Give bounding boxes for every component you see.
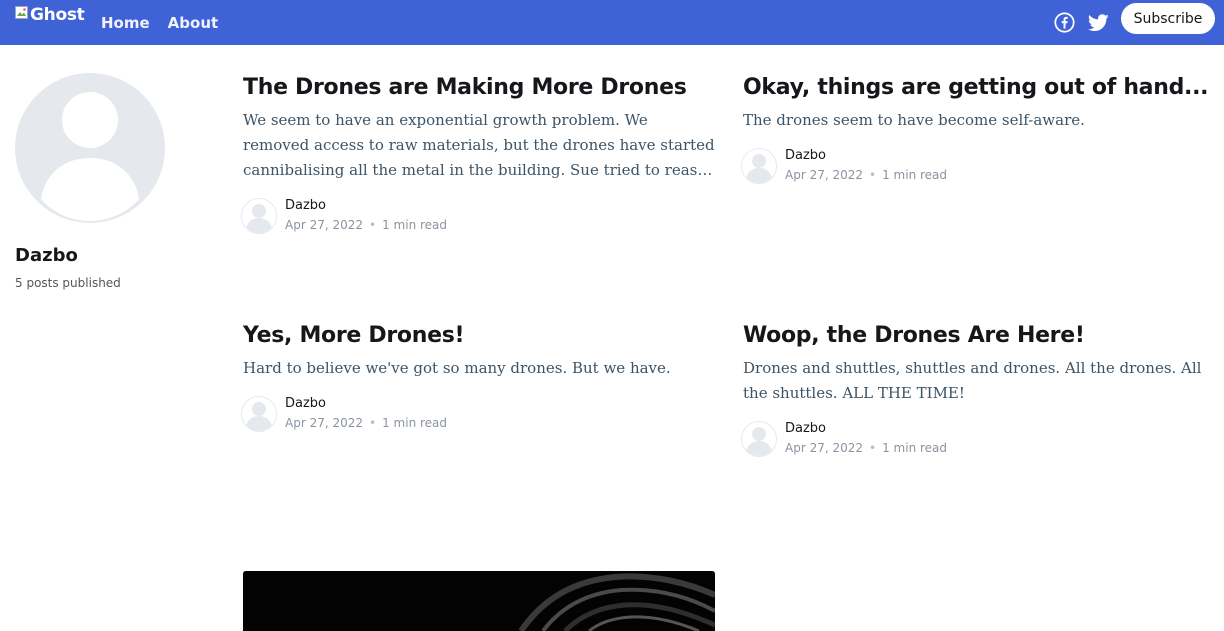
- post-feature-image[interactable]: [243, 571, 715, 631]
- separator-dot: •: [369, 218, 377, 232]
- user-placeholder-icon: [242, 397, 276, 431]
- post-card[interactable]: Woop, the Drones Are Here! Drones and sh…: [741, 321, 1218, 457]
- subscribe-button[interactable]: Subscribe: [1121, 3, 1215, 34]
- main-nav: Home About: [101, 0, 218, 45]
- user-placeholder-icon: [15, 73, 165, 223]
- post-excerpt: Drones and shuttles, shuttles and drones…: [743, 359, 1202, 402]
- author-avatar-small[interactable]: [741, 421, 777, 457]
- author-avatar-small[interactable]: [241, 396, 277, 432]
- post-read-time: 1 min read: [382, 218, 448, 232]
- user-placeholder-icon: [242, 199, 276, 233]
- post-date: Apr 27, 2022: [785, 168, 864, 182]
- post-author[interactable]: Dazbo: [285, 198, 447, 214]
- separator-dot: •: [369, 416, 377, 430]
- post-title[interactable]: The Drones are Making More Drones: [243, 73, 718, 103]
- site-logo[interactable]: Ghost: [15, 5, 85, 25]
- author-avatar-small[interactable]: [741, 148, 777, 184]
- nav-item-home[interactable]: Home: [101, 14, 150, 32]
- post-author[interactable]: Dazbo: [285, 396, 447, 412]
- facebook-icon: [1054, 12, 1075, 33]
- post-card[interactable]: Yes, More Drones! Hard to believe we've …: [241, 321, 718, 432]
- post-author[interactable]: Dazbo: [785, 421, 947, 437]
- post-read-time: 1 min read: [882, 441, 948, 455]
- post-date: Apr 27, 2022: [785, 441, 864, 455]
- post-meta: Apr 27, 2022 • 1 min read: [285, 416, 447, 431]
- author-avatar: [15, 73, 165, 223]
- broken-image-icon: [15, 6, 29, 20]
- separator-dot: •: [869, 168, 877, 182]
- post-footer: Dazbo Apr 27, 2022 • 1 min read: [241, 198, 718, 234]
- post-card[interactable]: The Drones are Making More Drones We see…: [241, 73, 718, 234]
- post-read-time: 1 min read: [382, 416, 448, 430]
- post-excerpt: We seem to have an exponential growth pr…: [243, 111, 717, 179]
- post-footer: Dazbo Apr 27, 2022 • 1 min read: [741, 148, 1218, 184]
- post-read-time: 1 min read: [882, 168, 948, 182]
- twitter-link[interactable]: [1088, 0, 1109, 45]
- post-title[interactable]: Okay, things are getting out of hand...: [743, 73, 1218, 103]
- post-date: Apr 27, 2022: [285, 218, 364, 232]
- site-header: Ghost Home About Subscribe: [0, 0, 1224, 45]
- post-card[interactable]: Okay, things are getting out of hand... …: [741, 73, 1218, 184]
- post-footer: Dazbo Apr 27, 2022 • 1 min read: [241, 396, 718, 432]
- logo-alt-text: Ghost: [30, 5, 85, 25]
- post-date: Apr 27, 2022: [285, 416, 364, 430]
- author-name: Dazbo: [15, 245, 78, 266]
- user-placeholder-icon: [742, 422, 776, 456]
- post-meta: Apr 27, 2022 • 1 min read: [785, 441, 947, 456]
- user-placeholder-icon: [742, 149, 776, 183]
- post-meta: Apr 27, 2022 • 1 min read: [285, 218, 447, 233]
- post-footer: Dazbo Apr 27, 2022 • 1 min read: [741, 421, 1218, 457]
- nav-item-about[interactable]: About: [168, 14, 219, 32]
- author-avatar-small[interactable]: [241, 198, 277, 234]
- twitter-icon: [1088, 13, 1109, 31]
- facebook-link[interactable]: [1054, 0, 1075, 45]
- post-meta: Apr 27, 2022 • 1 min read: [785, 168, 947, 183]
- post-title[interactable]: Woop, the Drones Are Here!: [743, 321, 1218, 351]
- feature-image-graphic: [243, 571, 715, 631]
- separator-dot: •: [869, 441, 877, 455]
- author-post-count: 5 posts published: [15, 276, 121, 290]
- post-excerpt: Hard to believe we've got so many drones…: [243, 359, 671, 377]
- post-title[interactable]: Yes, More Drones!: [243, 321, 718, 351]
- post-excerpt: The drones seem to have become self-awar…: [743, 111, 1085, 129]
- post-author[interactable]: Dazbo: [785, 148, 947, 164]
